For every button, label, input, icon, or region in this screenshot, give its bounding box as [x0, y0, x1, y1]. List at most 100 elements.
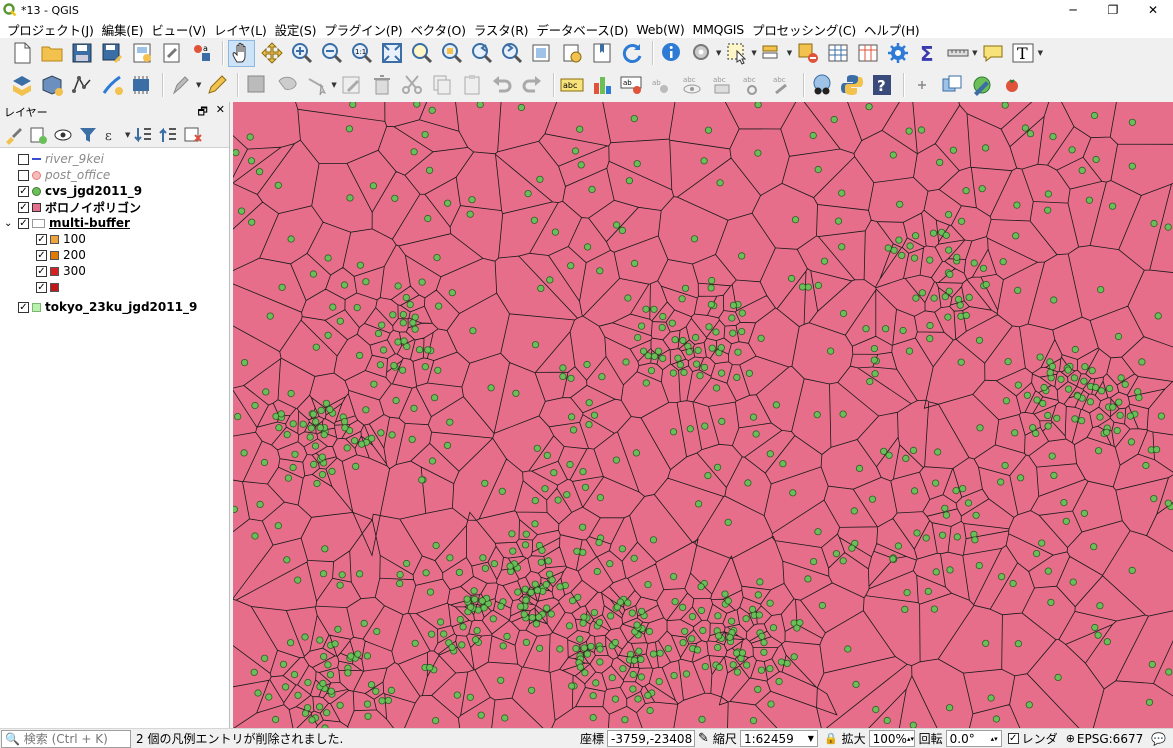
zoom-out-button[interactable]: [318, 40, 345, 67]
lock-icon[interactable]: 🔒: [824, 732, 838, 745]
class-checkbox[interactable]: ✓: [36, 265, 47, 277]
layer-item-voronoi[interactable]: ✓ ボロノイポリゴン: [0, 199, 229, 215]
restore-button[interactable]: ❐: [1093, 0, 1133, 20]
layer-checkbox[interactable]: ✓: [18, 217, 29, 229]
locator-search-input[interactable]: 🔍 検索 (Ctrl + K): [1, 729, 131, 748]
zoom-full-button[interactable]: [378, 40, 405, 67]
crs-globe-icon[interactable]: ⊕: [1066, 732, 1075, 745]
add-group-button[interactable]: [27, 124, 49, 146]
add-feature-button[interactable]: [273, 71, 300, 98]
redo-button[interactable]: [519, 71, 546, 98]
text-annotation-button[interactable]: T: [1010, 40, 1037, 67]
rotate-label-button[interactable]: abc: [739, 71, 766, 98]
class-checkbox[interactable]: ✓: [36, 281, 47, 293]
menu-mmqgis[interactable]: MMQGIS: [689, 22, 749, 37]
render-checkbox[interactable]: ✓: [1007, 733, 1019, 744]
deselect-button[interactable]: [794, 40, 821, 67]
float-panel-button[interactable]: 🗗: [197, 103, 207, 122]
zoom-to-selection-button[interactable]: [408, 40, 435, 67]
processing-toolbox-button[interactable]: [884, 40, 911, 67]
undo-button[interactable]: [489, 71, 516, 98]
save-edits-button[interactable]: [243, 71, 270, 98]
menu-edit[interactable]: 編集(E): [98, 20, 148, 39]
layer-checkbox[interactable]: ✓: [18, 301, 29, 313]
close-window-button[interactable]: ✕: [1133, 0, 1173, 20]
crs-button[interactable]: EPSG:6677: [1077, 732, 1143, 746]
modify-attributes-button[interactable]: [339, 71, 366, 98]
new-geopackage-button[interactable]: [38, 71, 65, 98]
layer-checkbox[interactable]: [18, 169, 29, 181]
select-features-button[interactable]: [723, 40, 750, 67]
paste-features-button[interactable]: [459, 71, 486, 98]
legend-class-100[interactable]: ✓ 100: [0, 231, 229, 247]
pan-to-selection-button[interactable]: [258, 40, 285, 67]
refresh-button[interactable]: [618, 40, 645, 67]
menu-plugins[interactable]: プラグイン(P): [320, 20, 406, 39]
zoom-last-button[interactable]: [468, 40, 495, 67]
attribute-table-button[interactable]: [824, 40, 851, 67]
zoom-next-button[interactable]: [498, 40, 525, 67]
coordinate-field[interactable]: -3759,-23408: [607, 730, 696, 747]
menu-processing[interactable]: プロセッシング(C): [748, 20, 860, 39]
temporal-controller-button[interactable]: [558, 40, 585, 67]
diagram-options-button[interactable]: [589, 71, 616, 98]
layer-item-tokyo[interactable]: ✓ tokyo_23ku_jgd2011_9: [0, 299, 229, 315]
layer-checkbox[interactable]: ✓: [18, 201, 29, 213]
new-bookmark-button[interactable]: [588, 40, 615, 67]
menu-help[interactable]: ヘルプ(H): [860, 20, 923, 39]
remove-layer-button[interactable]: [182, 124, 204, 146]
legend-class-200[interactable]: ✓ 200: [0, 247, 229, 263]
minimize-button[interactable]: ─: [1053, 0, 1093, 20]
collapse-all-button[interactable]: [157, 124, 179, 146]
move-label-button[interactable]: abc: [709, 71, 736, 98]
magnifier-spinbox[interactable]: 100% ▴▾: [868, 730, 915, 747]
layer-item-cvs[interactable]: ✓ cvs_jgd2011_9: [0, 183, 229, 199]
layer-item-post-office[interactable]: post_office: [0, 167, 229, 183]
save-as-button[interactable]: [98, 40, 125, 67]
select-by-value-button[interactable]: [759, 40, 786, 67]
new-project-button[interactable]: [8, 40, 35, 67]
rotation-spinbox[interactable]: 0.0° ▴▾: [945, 730, 1002, 747]
style-manager-button[interactable]: a: [188, 40, 215, 67]
new-print-layout-button[interactable]: [128, 40, 155, 67]
zoom-native-button[interactable]: 1:1: [348, 40, 375, 67]
layout-manager-button[interactable]: [158, 40, 185, 67]
cut-features-button[interactable]: [399, 71, 426, 98]
class-checkbox[interactable]: ✓: [36, 249, 47, 261]
qgis2web-button[interactable]: [969, 71, 996, 98]
new-temp-layer-button[interactable]: [98, 71, 125, 98]
map-canvas[interactable]: [233, 102, 1173, 728]
copy-features-button[interactable]: [429, 71, 456, 98]
layer-labeling-button[interactable]: abc: [559, 71, 586, 98]
scale-combo[interactable]: 1:62459 ▼: [739, 730, 818, 747]
filter-expression-button[interactable]: ε: [102, 124, 124, 146]
layer-checkbox[interactable]: ✓: [18, 185, 29, 197]
zoom-to-layer-button[interactable]: [438, 40, 465, 67]
new-shapefile-button[interactable]: [68, 71, 95, 98]
legend-class-300[interactable]: ✓ 300: [0, 263, 229, 279]
layer-item-river[interactable]: river_9kei: [0, 151, 229, 167]
help-button[interactable]: ?: [869, 71, 896, 98]
quickmapservices-button[interactable]: [809, 71, 836, 98]
current-edits-button[interactable]: [168, 71, 195, 98]
delete-selected-button[interactable]: [369, 71, 396, 98]
mouse-coords-icon[interactable]: ✎: [698, 731, 709, 746]
layer-item-multi-buffer[interactable]: ⌄ ✓ multi-buffer: [0, 215, 229, 231]
pin-labels-button[interactable]: ab: [619, 71, 646, 98]
new-virtual-layer-button[interactable]: [128, 71, 155, 98]
menu-project[interactable]: プロジェクト(J): [3, 20, 98, 39]
voronoi-map[interactable]: [233, 102, 1173, 728]
menu-vector[interactable]: ベクタ(O): [406, 20, 469, 39]
menu-web[interactable]: Web(W): [632, 22, 688, 37]
layer-checkbox[interactable]: [18, 153, 29, 165]
gps-point-button[interactable]: [909, 71, 936, 98]
toggle-editing-button[interactable]: [203, 71, 230, 98]
styling-panel-button[interactable]: [2, 124, 24, 146]
measure-button[interactable]: [944, 40, 971, 67]
label-visibility-button[interactable]: abc: [679, 71, 706, 98]
python-console-button[interactable]: [839, 71, 866, 98]
legend-class-other[interactable]: ✓: [0, 279, 229, 295]
manage-visibility-button[interactable]: [52, 124, 74, 146]
menu-database[interactable]: データベース(D): [532, 20, 632, 39]
messages-icon[interactable]: 💬: [1151, 732, 1166, 746]
